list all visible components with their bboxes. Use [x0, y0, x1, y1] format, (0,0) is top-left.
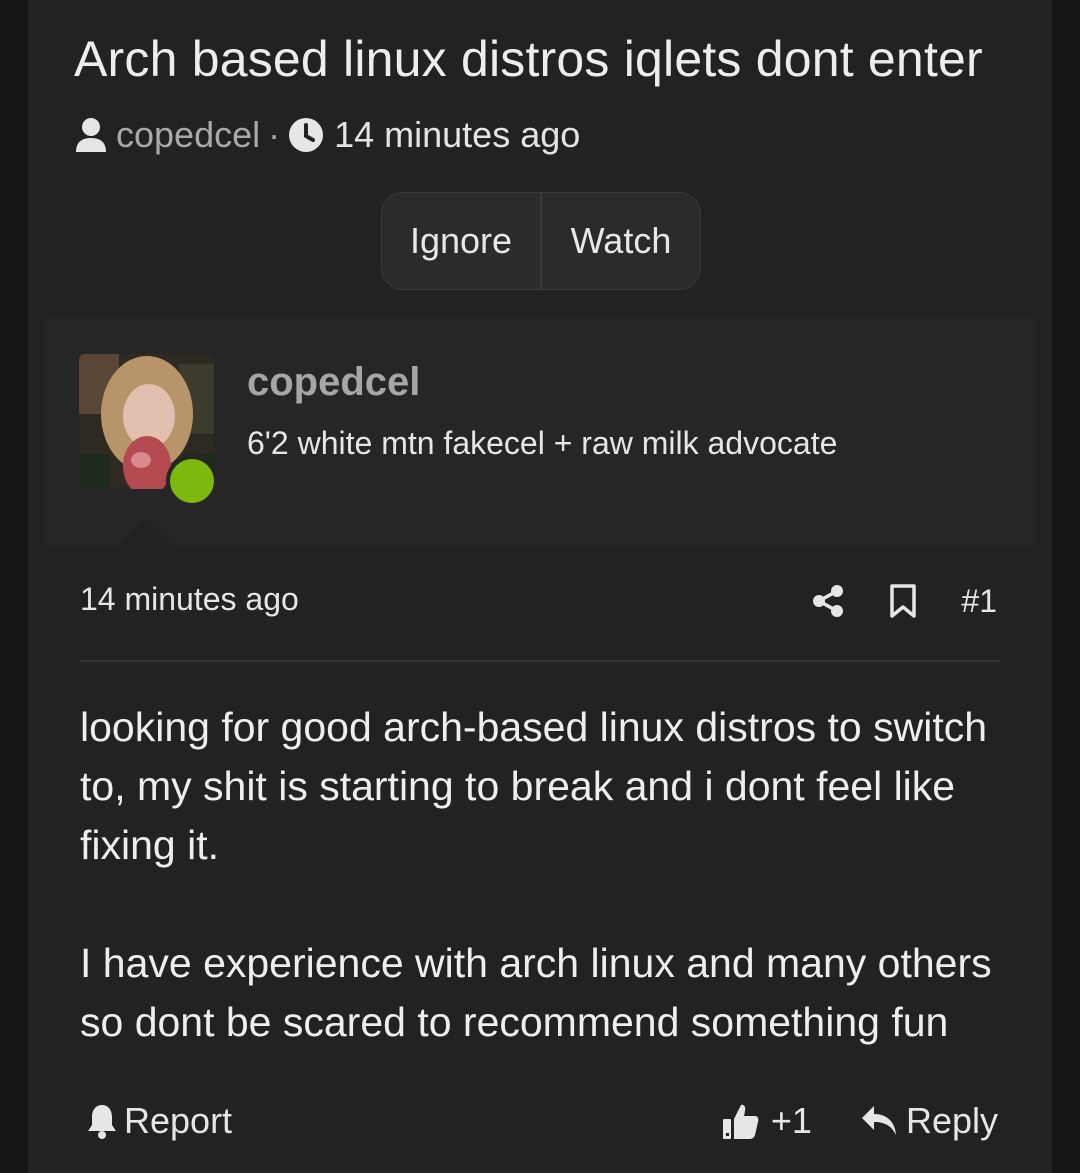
- thumbs-up-icon: [721, 1101, 761, 1141]
- clock-icon: [288, 117, 324, 153]
- share-icon[interactable]: [811, 584, 845, 618]
- post-username[interactable]: copedcel: [247, 360, 420, 405]
- like-button[interactable]: +1: [721, 1100, 812, 1142]
- reply-label: Reply: [905, 1100, 998, 1141]
- post-paragraph: I have experience with arch linux and ma…: [80, 940, 992, 1045]
- thread-page: Arch based linux distros iqlets dont ent…: [28, 0, 1052, 1173]
- meta-separator: ·: [268, 114, 281, 155]
- user-title: 6'2 white mtn fakecel + raw milk advocat…: [247, 425, 838, 461]
- report-button[interactable]: Report: [86, 1098, 232, 1144]
- watch-button[interactable]: Watch: [540, 193, 700, 289]
- user-block-arrow: [116, 517, 176, 547]
- reply-button[interactable]: Reply: [860, 1100, 998, 1142]
- reaction-count: +1: [770, 1100, 812, 1141]
- thread-time[interactable]: 14 minutes ago: [334, 114, 580, 156]
- post-paragraph: looking for good arch-based linux distro…: [80, 704, 988, 868]
- post-date[interactable]: 14 minutes ago: [80, 581, 299, 618]
- user-icon: [74, 116, 108, 154]
- post-body: looking for good arch-based linux distro…: [80, 698, 1010, 1111]
- post-divider: [80, 660, 1000, 662]
- post-footer-actions: +1 Reply: [721, 1098, 998, 1144]
- thread-title: Arch based linux distros iqlets dont ent…: [74, 31, 983, 87]
- report-label: Report: [124, 1100, 233, 1141]
- bell-icon: [86, 1103, 118, 1139]
- reply-icon: [860, 1104, 898, 1138]
- ignore-button[interactable]: Ignore: [382, 193, 540, 289]
- bookmark-icon[interactable]: [889, 583, 917, 619]
- thread-meta: copedcel · 14 minutes ago: [74, 113, 580, 157]
- online-status-indicator: [166, 455, 218, 507]
- thread-author-link[interactable]: copedcel: [116, 114, 260, 156]
- post-actions: #1: [811, 578, 997, 624]
- thread-action-buttons: Ignore Watch: [381, 192, 701, 290]
- post-number-link[interactable]: #1: [961, 583, 997, 620]
